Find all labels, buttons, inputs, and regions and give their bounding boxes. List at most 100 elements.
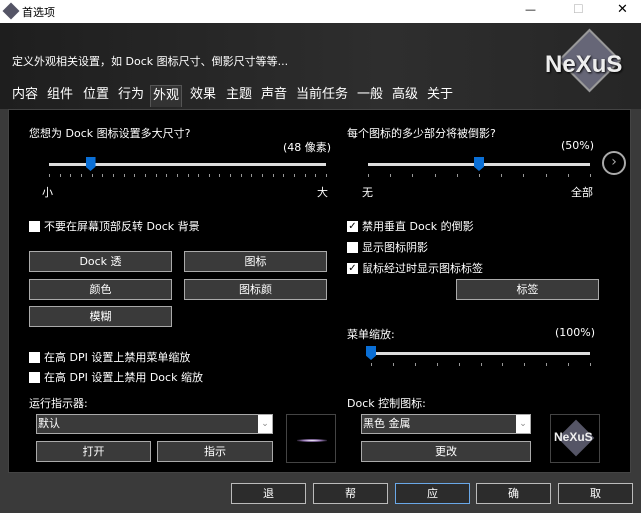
size-value: (48 像素) — [283, 141, 332, 154]
slider-tick — [59, 174, 61, 177]
icon-color-button[interactable]: 图标颜 — [184, 279, 327, 300]
dock-control-label: Dock 控制图标: — [347, 397, 426, 410]
slider-tick — [80, 174, 82, 177]
slider-tick — [590, 363, 591, 366]
slider-tick — [414, 363, 416, 366]
slider-tick — [326, 174, 327, 177]
disable-vertical-reflection-checkbox[interactable]: ✓ 禁用垂直 Dock 的倒影 — [347, 218, 474, 234]
slider-tick — [123, 174, 125, 177]
slider-tick — [219, 174, 221, 177]
blur-button[interactable]: 模糊 — [29, 306, 172, 327]
open-button[interactable]: 打开 — [36, 441, 151, 462]
change-button[interactable]: 更改 — [361, 441, 531, 462]
indicator-select[interactable]: 默认 ⌄ — [36, 414, 273, 434]
dock-control-preview: NeXuS — [550, 414, 600, 463]
slider-tick — [91, 174, 93, 177]
labels-button[interactable]: 标签 — [456, 279, 599, 300]
chevron-down-icon: ⌄ — [516, 415, 530, 433]
slider-tick — [70, 174, 72, 177]
size-max-label: 大 — [317, 186, 328, 199]
apply-button[interactable]: 应 — [395, 483, 470, 504]
help-button[interactable]: 帮 — [313, 483, 388, 504]
slider-tick — [262, 174, 264, 177]
title-bar: 首选项 — ☐ ✕ — [0, 0, 641, 23]
indicator-label: 运行指示器: — [29, 397, 88, 410]
back-button[interactable]: 退 — [231, 483, 306, 504]
close-button[interactable]: ✕ — [617, 2, 628, 17]
window-title: 首选项 — [22, 6, 55, 19]
tab-about[interactable]: 关于 — [425, 85, 455, 107]
nexus-logo: NeXuS — [545, 28, 635, 93]
tab-current-tasks[interactable]: 当前任务 — [294, 85, 350, 107]
slider-tick — [590, 174, 591, 177]
slider-tick — [155, 174, 157, 177]
tab-components[interactable]: 组件 — [45, 85, 75, 107]
tab-effects[interactable]: 效果 — [188, 85, 218, 107]
show-icon-labels-checkbox[interactable]: ✓ 鼠标经过时显示图标标签 — [347, 260, 483, 276]
tab-themes[interactable]: 主题 — [224, 85, 254, 107]
checkbox-box[interactable] — [29, 220, 40, 232]
invert-background-checkbox[interactable]: 不要在屏幕顶部反转 Dock 背景 — [29, 218, 200, 234]
minimize-button[interactable]: — — [525, 3, 536, 16]
slider-tick — [251, 174, 253, 177]
show-icon-shadow-checkbox[interactable]: 显示图标阴影 — [347, 239, 428, 255]
size-label: 您想为 Dock 图标设置多大尺寸? — [29, 127, 191, 140]
maximize-button[interactable]: ☐ — [573, 2, 584, 16]
menu-zoom-value: (100%) — [555, 326, 596, 339]
slider-tick — [479, 174, 480, 177]
slider-tick — [112, 174, 114, 177]
slider-tick — [546, 363, 548, 366]
slider-tick — [480, 363, 482, 366]
slider-tick — [134, 174, 136, 177]
slider-tick — [198, 174, 200, 177]
slider-tick — [390, 174, 392, 177]
color-button[interactable]: 颜色 — [29, 279, 172, 300]
dock-transparency-button[interactable]: Dock 透 — [29, 251, 172, 272]
slider-tick — [294, 174, 296, 177]
dock-control-select[interactable]: 黑色 金属 ⌄ — [361, 414, 531, 434]
disable-dock-scaling-checkbox[interactable]: 在高 DPI 设置上禁用 Dock 缩放 — [29, 369, 203, 385]
slider-tick — [502, 363, 504, 366]
slider-tick — [524, 363, 526, 366]
slider-tick — [166, 174, 168, 177]
slider-tick — [315, 174, 317, 177]
cancel-button[interactable]: 取 — [558, 483, 633, 504]
tab-content[interactable]: 内容 — [10, 85, 40, 107]
slider-tick — [412, 174, 414, 177]
header: 定义外观相关设置，如 Dock 图标尺寸、倒影尺寸等等... NeXuS 内容 … — [0, 23, 641, 109]
slider-tick — [371, 363, 372, 366]
next-arrow-icon[interactable]: › — [602, 151, 626, 175]
slider-track[interactable] — [371, 352, 590, 355]
slider-tick — [567, 174, 569, 177]
slider-tick — [272, 174, 274, 177]
ok-button[interactable]: 确 — [476, 483, 551, 504]
slider-tick — [283, 174, 285, 177]
tab-sounds[interactable]: 声音 — [259, 85, 289, 107]
slider-tick — [434, 174, 436, 177]
slider-tick — [187, 174, 189, 177]
indicate-button[interactable]: 指示 — [157, 441, 273, 462]
app-icon — [2, 2, 20, 20]
chevron-down-icon: ⌄ — [258, 415, 272, 433]
tab-behavior[interactable]: 行为 — [116, 85, 146, 107]
tab-advanced[interactable]: 高级 — [390, 85, 420, 107]
slider-tick — [304, 174, 306, 177]
slider-tick — [501, 174, 503, 177]
icon-button[interactable]: 图标 — [184, 251, 327, 272]
slider-tick — [545, 174, 547, 177]
slider-tick — [368, 174, 369, 177]
slider-tick — [144, 174, 146, 177]
slider-tick — [230, 174, 232, 177]
slider-tick — [456, 174, 458, 177]
tab-general[interactable]: 一般 — [355, 85, 385, 107]
slider-tick — [240, 174, 242, 177]
disable-menu-scaling-checkbox[interactable]: 在高 DPI 设置上禁用菜单缩放 — [29, 349, 190, 365]
tab-position[interactable]: 位置 — [81, 85, 111, 107]
reflection-label: 每个图标的多少部分将被倒影? — [347, 127, 496, 140]
slider-tick — [568, 363, 570, 366]
indicator-preview — [286, 414, 336, 463]
header-description: 定义外观相关设置，如 Dock 图标尺寸、倒影尺寸等等... — [12, 55, 289, 68]
tab-appearance[interactable]: 外观 — [150, 85, 183, 107]
size-min-label: 小 — [42, 186, 53, 199]
slider-tick — [176, 174, 178, 177]
